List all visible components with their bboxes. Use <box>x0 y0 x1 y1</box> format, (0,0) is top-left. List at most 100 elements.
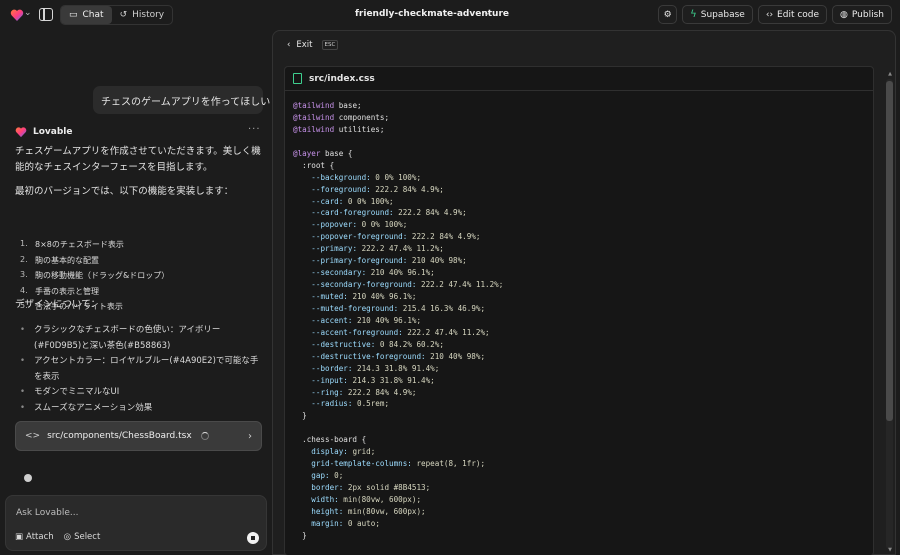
code-line: --primary: 222.2 47.4% 11.2%; <box>311 244 444 254</box>
header-actions: ⚙ ϟ Supabase ‹› Edit code ◍ Publish <box>658 5 892 24</box>
logo-menu-chevron-icon[interactable]: ⌄ <box>24 8 32 18</box>
scrollbar-thumb[interactable] <box>886 81 893 421</box>
exit-label: Exit <box>296 40 313 50</box>
edit-code-button[interactable]: ‹› Edit code <box>757 5 828 24</box>
supabase-button[interactable]: ϟ Supabase <box>682 5 753 24</box>
code-line: height: min(80vw, 600px); <box>311 506 426 516</box>
select-button[interactable]: ◎ Select <box>64 532 101 542</box>
tab-chat[interactable]: ▭ Chat <box>61 6 112 24</box>
chevron-down-icon[interactable]: ⌄ <box>483 8 491 18</box>
design-list: • クラシックなチェスボードの色使い：アイボリー(#F0D9B5)と深い茶色(#B… <box>20 323 265 416</box>
list-item: • モダンでミニマルなUI <box>20 387 120 397</box>
attach-label: Attach <box>26 532 54 542</box>
code-line: --destructive: 0 84.2% 60.2%; <box>311 339 444 349</box>
assistant-intro: チェスゲームアプリを作成させていただきます。美しく機能的なチェスインターフェース… <box>15 146 261 173</box>
top-bar: ⌄ ▭ Chat ↺ History friendly-checkmate-ad… <box>0 0 900 30</box>
tab-history-label: History <box>132 10 165 20</box>
user-message: チェスのゲームアプリを作ってほしい <box>93 86 270 114</box>
code-line: @tailwind components; <box>293 112 390 122</box>
lovable-logo-icon[interactable] <box>10 8 24 22</box>
edit-code-label: Edit code <box>777 9 820 20</box>
code-line: --card: 0 0% 100%; <box>311 196 394 206</box>
message-composer[interactable]: Ask Lovable... ▣ Attach ◎ Select <box>5 495 267 551</box>
chat-history-tabs: ▭ Chat ↺ History <box>60 5 174 25</box>
target-icon: ◎ <box>63 532 72 542</box>
chevron-right-icon: › <box>248 430 252 442</box>
code-content[interactable]: @tailwind base; @tailwind components; @tai… <box>293 100 503 542</box>
code-line: --secondary: 210 40% 96.1%; <box>311 268 435 278</box>
more-options-icon[interactable]: ··· <box>248 124 261 135</box>
code-line: --input: 214.3 31.8% 91.4%; <box>311 375 435 385</box>
code-editor[interactable]: src/index.css @tailwind base; @tailwind c… <box>284 66 874 555</box>
publish-button[interactable]: ◍ Publish <box>832 5 892 24</box>
code-line: --popover: 0 0% 100%; <box>311 220 408 230</box>
file-card-path: src/components/ChessBoard.tsx <box>47 431 192 441</box>
scroll-up-icon[interactable]: ▲ <box>888 71 892 77</box>
chevron-left-icon: ‹ <box>287 40 291 50</box>
attach-button[interactable]: ▣ Attach <box>15 532 54 542</box>
file-edit-card[interactable]: <> src/components/ChessBoard.tsx › <box>15 421 262 451</box>
globe-icon: ◍ <box>840 9 848 20</box>
esc-key-hint: ESC <box>321 40 339 50</box>
typing-indicator <box>24 474 32 482</box>
exit-button[interactable]: ‹ Exit ESC <box>287 40 339 50</box>
code-line: } <box>293 530 307 540</box>
code-line: --card-foreground: 222.2 84% 4.9%; <box>311 208 467 218</box>
supabase-label: Supabase <box>700 9 745 20</box>
publish-label: Publish <box>851 9 884 20</box>
code-line: --destructive-foreground: 210 40% 98%; <box>311 351 486 361</box>
code-line: --secondary-foreground: 222.2 47.4% 11.2… <box>311 280 504 290</box>
code-line: :root { <box>293 160 335 170</box>
list-item: 3. 駒の移動機能（ドラッグ&ドロップ） <box>20 270 170 280</box>
tab-chat-label: Chat <box>82 10 104 20</box>
assistant-header: Lovable <box>15 126 73 138</box>
bolt-icon: ϟ <box>690 9 697 20</box>
scroll-down-icon[interactable]: ▼ <box>888 547 892 553</box>
code-line: --border: 214.3 31.8% 91.4%; <box>311 363 440 373</box>
code-line: --popover-foreground: 222.2 84% 4.9%; <box>311 232 481 242</box>
code-line: border: 2px solid #8B4513; <box>311 483 431 492</box>
code-line: width: min(80vw, 600px); <box>311 494 422 504</box>
list-item: • アクセントカラー：ロイヤルブルー(#4A90E2)で可能な手を表示 <box>20 356 259 382</box>
first-version-text: 最初のバージョンでは、以下の機能を実装します： <box>15 186 234 197</box>
code-line: } <box>293 411 307 421</box>
scrollbar[interactable] <box>886 79 893 549</box>
stop-generation-button[interactable] <box>247 532 259 544</box>
lovable-avatar-icon <box>15 127 27 138</box>
list-item: 1. 8×8のチェスボード表示 <box>20 239 124 249</box>
list-item: • スムーズなアニメーション効果 <box>20 402 153 413</box>
code-line: --accent-foreground: 222.2 47.4% 11.2%; <box>311 327 490 337</box>
code-line: @tailwind utilities; <box>293 124 385 134</box>
code-line: --primary-foreground: 210 40% 98%; <box>311 256 467 266</box>
code-line: --foreground: 222.2 84% 4.9%; <box>311 184 444 194</box>
history-icon: ↺ <box>119 10 128 20</box>
code-panel: ‹ Exit ESC src/index.css @tailwind base;… <box>272 30 896 555</box>
code-line: --background: 0 0% 100%; <box>311 172 422 182</box>
code-line: --muted: 210 40% 96.1%; <box>311 292 417 301</box>
assistant-name: Lovable <box>33 127 73 137</box>
code-line: --radius: 0.5rem; <box>311 399 390 409</box>
code-line: .chess-board { <box>293 435 367 445</box>
list-item: 2. 駒の基本的な配置 <box>20 254 99 265</box>
code-line: @tailwind base; <box>293 101 362 110</box>
code-line: @layer base { <box>293 148 353 158</box>
loading-spinner-icon <box>200 432 209 440</box>
composer-input[interactable]: Ask Lovable... <box>16 508 78 518</box>
list-item: • クラシックなチェスボードの色使い：アイボリー(#F0D9B5)と深い茶色(#B… <box>20 325 221 351</box>
sidebar-toggle-icon[interactable] <box>39 8 53 21</box>
code-line: display: grid; <box>311 447 376 457</box>
code-line: grid-template-columns: repeat(8, 1fr); <box>311 459 486 469</box>
tab-history[interactable]: ↺ History <box>112 6 173 24</box>
composer-tools: ▣ Attach ◎ Select <box>15 532 100 542</box>
code-icon: ‹› <box>765 9 774 20</box>
editor-file-header: src/index.css <box>285 67 873 91</box>
image-icon: ▣ <box>15 532 24 542</box>
code-icon: <> <box>25 431 41 441</box>
chat-panel: チェスのゲームアプリを作ってほしい Lovable ··· チェスゲームアプリを… <box>0 30 270 555</box>
code-line: --ring: 222.2 84% 4.9%; <box>311 387 417 397</box>
design-heading: デザインについて： <box>15 299 101 310</box>
settings-button[interactable]: ⚙ <box>658 5 678 24</box>
editor-file-name: src/index.css <box>309 73 375 84</box>
